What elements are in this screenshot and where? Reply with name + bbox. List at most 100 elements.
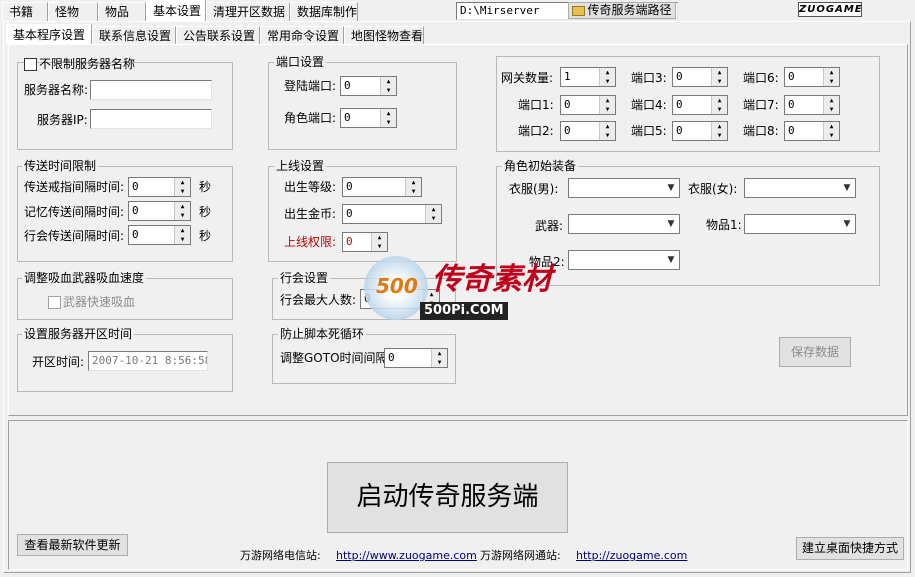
ring-interval-value: 0 [132,180,139,193]
tab-monsters[interactable]: 怪物 [48,2,98,21]
male-clothes-combo[interactable]: ▼ [568,178,680,198]
login-permission-value: 0 [346,235,353,248]
female-clothes-label: 衣服(女): [688,182,738,196]
tab-books[interactable]: 书籍 [2,2,48,21]
memory-interval-spinner[interactable]: 0 ▲ ▼ [128,201,191,221]
port4-label: 端口4: [631,98,667,112]
spin-arrows[interactable]: ▲▼ [823,68,839,86]
save-data-button[interactable]: 保存数据 [779,337,851,367]
script-title: 防止脚本死循环 [278,327,367,341]
fast-leech-checkbox[interactable] [48,296,61,309]
port5-value: 0 [676,124,683,137]
server-path-button[interactable]: 传奇服务端路径 [568,2,676,19]
login-permission-label: 上线权限: [284,235,337,249]
netcom-link[interactable]: http://zuogame.com [576,548,687,564]
chevron-down-icon[interactable]: ▼ [839,179,855,197]
spin-arrows[interactable]: ▲▼ [823,96,839,114]
check-update-button[interactable]: 查看最新软件更新 [17,534,128,556]
spin-arrows[interactable]: ▲▼ [599,122,615,140]
tab-clear-data[interactable]: 清理开区数据 [206,2,290,21]
spin-arrows[interactable]: ▲▼ [599,96,615,114]
guild-teleport-spinner[interactable]: 0 ▲ ▼ [128,225,191,245]
watermark-sub-text: 500Pi.COM [420,302,508,320]
login-port-spinner[interactable]: 0 ▲ ▼ [340,76,397,96]
seconds-unit: 秒 [199,205,212,219]
watermark-main-text: 传奇素材 [432,262,552,297]
chevron-down-icon[interactable]: ▼ [663,179,679,197]
server-ip-input[interactable] [90,109,212,129]
spin-arrows[interactable]: ▲▼ [380,109,396,127]
seconds-unit: 秒 [199,180,212,194]
tab-commands[interactable]: 常用命令设置 [260,26,344,45]
fast-leech-label: 武器快速吸血 [63,295,136,309]
char-port-spinner[interactable]: 0 ▲ ▼ [340,108,397,128]
item2-combo[interactable]: ▼ [568,250,680,270]
port4-value: 0 [676,98,683,111]
port7-spinner[interactable]: 0 ▲ ▼ [784,95,840,115]
tab-items[interactable]: 物品 [98,2,146,21]
zuogame-logo: ZUOGAME [798,2,863,17]
guild-max-label: 行会最大人数: [280,293,357,307]
port2-value: 0 [564,124,571,137]
port1-spinner[interactable]: 0 ▲ ▼ [560,95,616,115]
folder-icon [572,5,586,16]
goto-interval-label: 调整GOTO时间间隔: [280,351,392,365]
spin-arrows[interactable]: ▲▼ [174,226,190,244]
start-gold-spinner[interactable]: 0 ▲ ▼ [342,204,442,224]
gateway-count-spinner[interactable]: 1 ▲ ▼ [560,67,616,87]
port4-spinner[interactable]: 0 ▲ ▼ [672,95,728,115]
tab-map-monsters[interactable]: 地图怪物查看 [344,26,424,45]
item1-combo[interactable]: ▼ [744,214,856,234]
goto-interval-spinner[interactable]: 0 ▲ ▼ [384,348,448,368]
spin-arrows[interactable]: ▲▼ [823,122,839,140]
start-server-button[interactable]: 启动传奇服务端 [327,462,568,533]
port6-value: 0 [788,70,795,83]
login-permission-spinner[interactable]: 0 ▲ ▼ [342,232,388,252]
spin-arrows[interactable]: ▲▼ [425,205,441,223]
tab-announcement[interactable]: 公告联系设置 [176,26,260,45]
equipment-title: 角色初始装备 [502,159,579,173]
tab-contact-info[interactable]: 联系信息设置 [92,26,176,45]
spin-arrows[interactable]: ▲▼ [431,349,447,367]
spin-arrows[interactable]: ▲▼ [711,68,727,86]
start-level-label: 出生等级: [284,180,337,194]
create-shortcut-button[interactable]: 建立桌面快捷方式 [796,537,904,560]
port2-spinner[interactable]: 0 ▲ ▼ [560,121,616,141]
port5-spinner[interactable]: 0 ▲ ▼ [672,121,728,141]
weapon-combo[interactable]: ▼ [568,214,680,234]
watermark-logo: 500 传奇素材 500Pi.COM [360,252,560,330]
chevron-down-icon[interactable]: ▼ [663,251,679,269]
spin-arrows[interactable]: ▲▼ [599,68,615,86]
gateway-count-label: 网关数量: [501,71,554,85]
female-clothes-combo[interactable]: ▼ [744,178,856,198]
port7-value: 0 [788,98,795,111]
tab-database[interactable]: 数据库制作 [290,2,358,21]
server-name-input[interactable] [90,80,212,100]
tab-basic-settings[interactable]: 基本设置 [146,0,206,21]
server-path-value: D:\Mirserver [460,4,540,17]
open-time-label: 开区时间: [32,355,85,369]
server-name-label: 服务器名称: [24,83,89,97]
unlimited-name-checkbox[interactable] [24,58,37,71]
port8-spinner[interactable]: 0 ▲ ▼ [784,121,840,141]
telecom-link[interactable]: http://www.zuogame.com [336,548,477,564]
spin-arrows[interactable]: ▲▼ [174,178,190,196]
port3-spinner[interactable]: 0 ▲ ▼ [672,67,728,87]
ring-interval-spinner[interactable]: 0 ▲ ▼ [128,177,191,197]
spin-arrows[interactable]: ▲▼ [371,233,387,251]
spin-arrows[interactable]: ▲▼ [174,202,190,220]
spin-arrows[interactable]: ▲▼ [711,96,727,114]
chevron-down-icon[interactable]: ▼ [663,215,679,233]
start-level-spinner[interactable]: 0 ▲ ▼ [342,177,422,197]
spin-arrows[interactable]: ▲▼ [380,77,396,95]
open-time-input[interactable]: 2007-10-21 8:56:58 [88,351,208,371]
weapon-label: 武器: [535,219,564,233]
gateway-count-value: 1 [564,70,571,83]
guild-title: 行会设置 [278,271,331,285]
port6-spinner[interactable]: 0 ▲ ▼ [784,67,840,87]
chevron-down-icon[interactable]: ▼ [839,215,855,233]
spin-arrows[interactable]: ▲▼ [405,178,421,196]
tab-basic-program[interactable]: 基本程序设置 [6,24,92,44]
port1-value: 0 [564,98,571,111]
spin-arrows[interactable]: ▲▼ [711,122,727,140]
